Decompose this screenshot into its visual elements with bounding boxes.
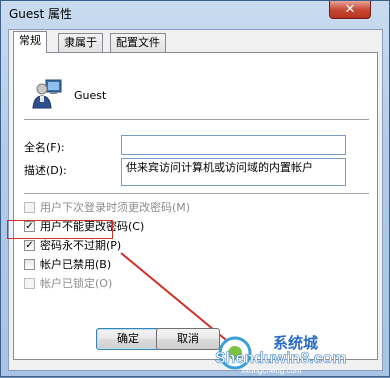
tab-general-label: 常规	[19, 34, 41, 47]
properties-dialog: Guest 属性 ✕ 常规 隶属于 配置文件 Guest 全名(F): 描述(D…	[0, 0, 390, 377]
watermark-logo: 系统城 Shenduwin8.com xitongcheng.com	[215, 334, 347, 375]
annotation-arrow	[120, 252, 245, 356]
cancel-button[interactable]: 取消	[156, 328, 220, 350]
ok-button[interactable]: 确定	[96, 328, 160, 350]
cancel-button-label: 取消	[177, 332, 199, 345]
ok-button-label: 确定	[117, 332, 139, 345]
watermark-url: xitongcheng.com	[241, 366, 302, 375]
tab-general[interactable]: 常规	[13, 31, 47, 53]
watermark-text: Shenduwin8.com	[215, 350, 347, 367]
